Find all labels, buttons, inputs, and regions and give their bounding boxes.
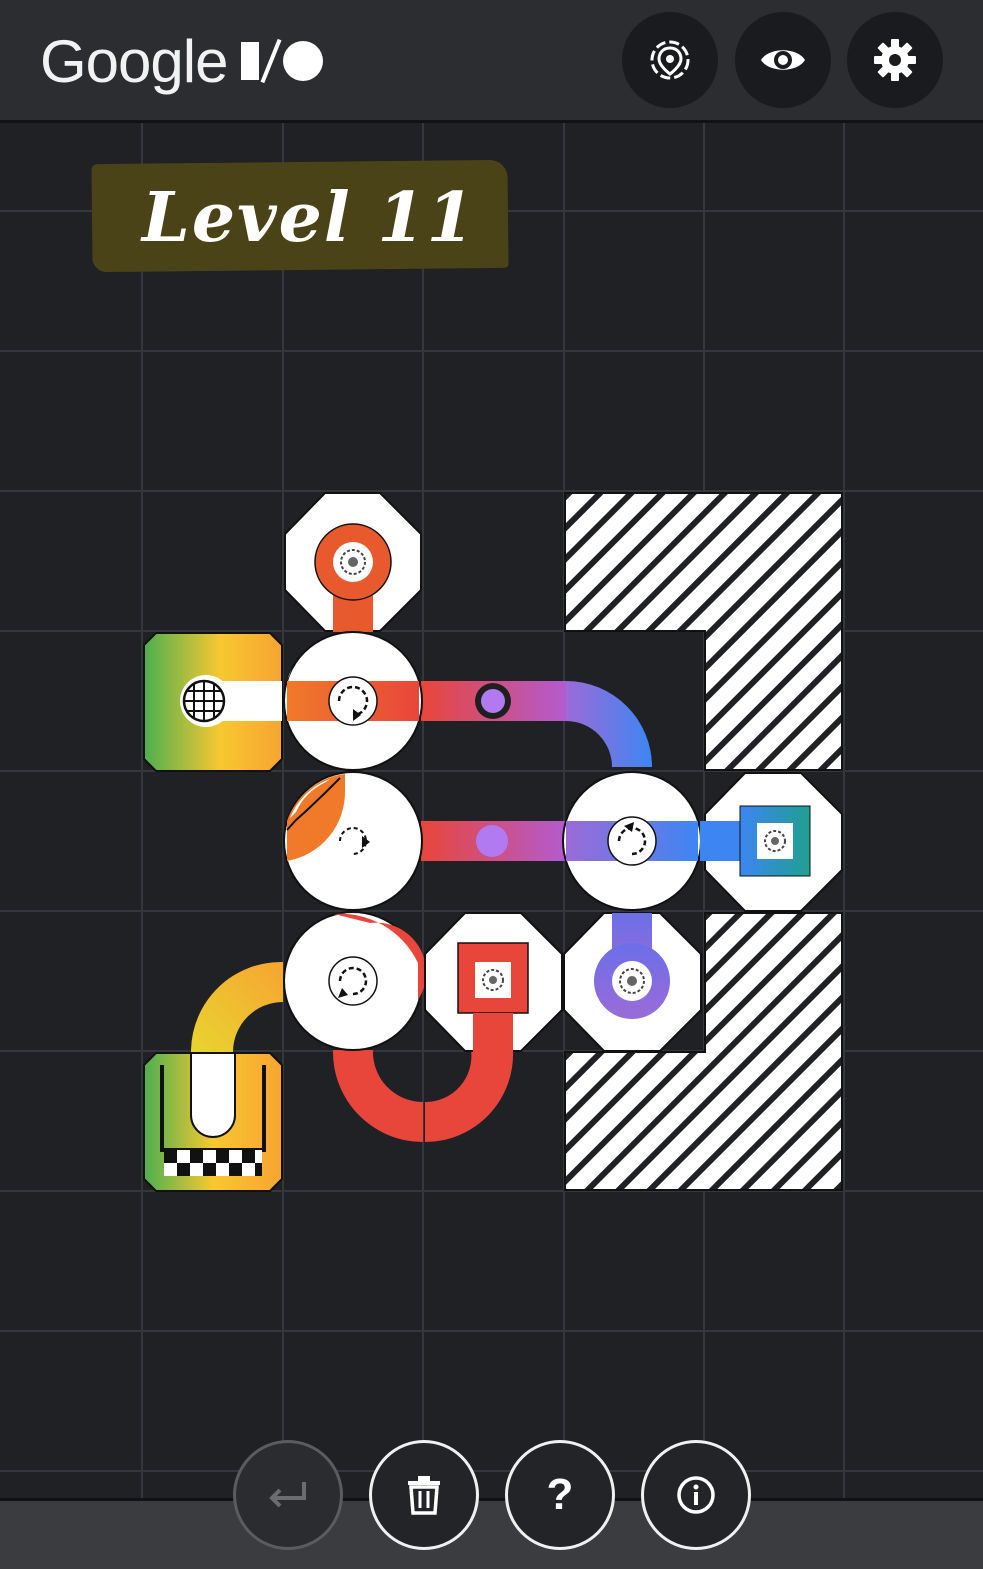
- io-dot: [283, 41, 324, 81]
- target-icon: [333, 542, 373, 582]
- cap-tile[interactable]: [284, 492, 422, 632]
- checkered-flag-icon: [164, 1150, 262, 1176]
- eye-icon: [761, 50, 805, 70]
- trash-icon: [408, 1476, 440, 1515]
- google-io-logo: Google: [40, 26, 324, 96]
- io-slash: [261, 38, 282, 84]
- pipe-curve-yellow: [191, 961, 283, 1052]
- target-icon: [650, 40, 690, 80]
- pipe-u-curve-right: [425, 1050, 514, 1143]
- cap-tile[interactable]: [424, 912, 563, 1053]
- pipe-curve-purple: [566, 681, 652, 767]
- gear-icon: [874, 39, 916, 81]
- rotator-tile[interactable]: [283, 911, 427, 1051]
- source-tile[interactable]: [143, 632, 283, 772]
- target-icon: [757, 823, 793, 859]
- level-title: Level 11: [142, 178, 476, 258]
- level-label: Level 11: [91, 152, 509, 274]
- undo-button[interactable]: [233, 1440, 343, 1550]
- brand-google: Google: [40, 27, 228, 95]
- cap-tile[interactable]: [563, 912, 702, 1052]
- info-button[interactable]: [641, 1440, 751, 1550]
- settings-button[interactable]: [847, 12, 943, 108]
- rotator-tile[interactable]: [283, 631, 423, 771]
- board-canvas[interactable]: [0, 123, 983, 1498]
- goal-tile[interactable]: [143, 1052, 283, 1192]
- target-icon: [475, 962, 511, 998]
- rotator-tile[interactable]: [562, 771, 702, 911]
- help-button[interactable]: ?: [505, 1440, 615, 1550]
- pipe-u-curve: [332, 1050, 423, 1142]
- cap-tile[interactable]: [700, 772, 843, 912]
- locate-button[interactable]: [622, 12, 718, 108]
- io-bar: [241, 42, 260, 80]
- delete-button[interactable]: [369, 1440, 479, 1550]
- target-icon: [612, 961, 652, 1001]
- globe-icon: [182, 679, 226, 723]
- game-board[interactable]: Level 11: [0, 123, 983, 1498]
- return-arrow-icon: [269, 1482, 306, 1508]
- pipe-node-inner: [481, 689, 505, 713]
- top-bar: Google: [0, 0, 983, 123]
- bottom-bar: [0, 1498, 983, 1569]
- rotator-tile[interactable]: [283, 771, 423, 911]
- info-icon: [677, 1476, 715, 1514]
- view-button[interactable]: [735, 12, 831, 108]
- io-mark: [241, 38, 324, 84]
- pipe-node-purple: [476, 825, 508, 857]
- question-icon: ?: [546, 1470, 574, 1519]
